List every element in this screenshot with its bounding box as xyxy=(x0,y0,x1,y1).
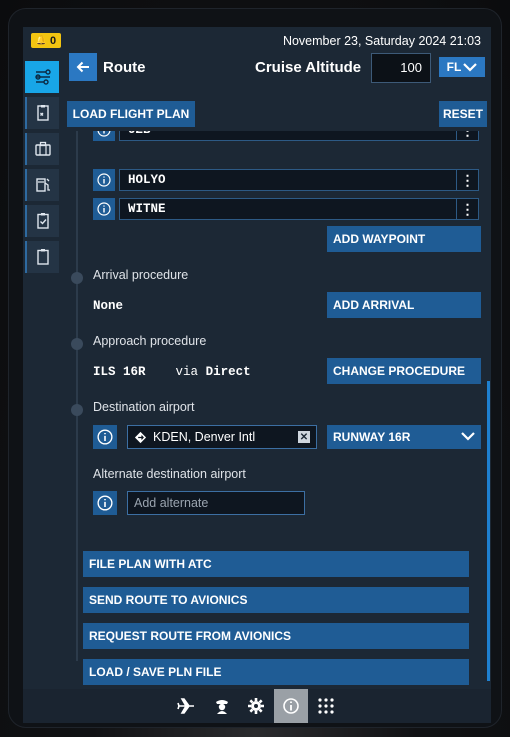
reset-button[interactable]: RESET xyxy=(439,101,487,127)
timeline-dot xyxy=(71,272,83,284)
footer-info-button[interactable] xyxy=(274,689,308,723)
approach-value: ILS 16R via Direct xyxy=(93,365,251,379)
sidebar-item-checklist[interactable] xyxy=(25,97,59,129)
chevron-down-icon xyxy=(461,432,475,441)
fuel-icon xyxy=(36,178,50,192)
checklist-icon xyxy=(37,105,49,121)
timeline-dot xyxy=(71,338,83,350)
more-vertical-icon: ⋮ xyxy=(460,171,475,188)
change-procedure-button[interactable]: CHANGE PROCEDURE xyxy=(327,358,481,384)
alternate-label: Alternate destination airport xyxy=(93,467,246,481)
efb-screen: 🔔 0 November 23, Saturday 2024 21:03 Rou… xyxy=(23,27,491,723)
pilot-icon xyxy=(216,700,228,714)
request-route-avionics-button[interactable]: REQUEST ROUTE FROM AVIONICS xyxy=(83,623,469,649)
footer-apps-button[interactable] xyxy=(309,689,343,723)
destination-label: Destination airport xyxy=(93,400,195,414)
cruise-altitude-input[interactable]: 100 xyxy=(371,53,431,83)
sidebar-item-checks[interactable] xyxy=(25,205,59,237)
add-waypoint-button[interactable]: ADD WAYPOINT xyxy=(327,226,481,252)
approach-via-value: Direct xyxy=(205,365,251,379)
arrow-left-icon xyxy=(76,61,89,73)
route-content[interactable]: UZB ⋮ HOLYO ⋮ WITNE ⋮ ADD WAYPOINT Arri xyxy=(67,131,491,691)
waypoint-row: HOLYO ⋮ xyxy=(93,169,481,193)
destination-info-button[interactable] xyxy=(93,425,117,449)
arrival-label: Arrival procedure xyxy=(93,268,189,282)
info-icon xyxy=(97,173,111,187)
sidebar xyxy=(25,61,59,277)
waypoint-info-button[interactable] xyxy=(93,169,115,191)
timeline-dot xyxy=(71,404,83,416)
cruise-altitude-label: Cruise Altitude xyxy=(255,59,362,76)
close-icon: ✕ xyxy=(299,431,309,443)
notification-count: 0 xyxy=(50,34,57,47)
tablet-frame: 🔔 0 November 23, Saturday 2024 21:03 Rou… xyxy=(8,8,502,728)
scrollbar[interactable] xyxy=(487,381,490,681)
footer-flight-button[interactable] xyxy=(169,689,203,723)
info-icon xyxy=(283,698,299,714)
briefcase-icon xyxy=(35,141,51,156)
waypoint-row: WITNE ⋮ xyxy=(93,198,481,222)
sidebar-item-notes[interactable] xyxy=(25,241,59,273)
destination-airport-field[interactable]: KDEN, Denver Intl ✕ xyxy=(127,425,317,449)
footer-toolbar xyxy=(23,689,491,723)
file-plan-atc-button[interactable]: FILE PLAN WITH ATC xyxy=(83,551,469,577)
airport-icon xyxy=(134,431,147,443)
approach-via: via xyxy=(175,365,199,379)
approach-procedure: ILS 16R xyxy=(93,365,146,379)
footer-settings-button[interactable] xyxy=(239,689,273,723)
add-arrival-button[interactable]: ADD ARRIVAL xyxy=(327,292,481,318)
notification-badge[interactable]: 🔔 0 xyxy=(31,33,61,48)
waypoint-menu-button[interactable]: ⋮ xyxy=(457,131,479,141)
clipboard-icon xyxy=(37,249,49,265)
info-icon xyxy=(97,202,111,216)
waypoint-menu-button[interactable]: ⋮ xyxy=(457,198,479,220)
page-title: Route xyxy=(103,59,146,76)
sidebar-item-fuel[interactable] xyxy=(25,169,59,201)
waypoint-field[interactable]: WITNE xyxy=(119,198,457,220)
chevron-down-icon xyxy=(463,63,478,72)
route-timeline xyxy=(76,131,78,661)
alternate-info-button[interactable] xyxy=(93,491,117,515)
waypoint-field[interactable]: HOLYO xyxy=(119,169,457,191)
altitude-unit-value: FL xyxy=(446,60,462,74)
more-vertical-icon: ⋮ xyxy=(460,200,475,217)
arrival-value: None xyxy=(93,299,124,313)
sidebar-item-payload[interactable] xyxy=(25,133,59,165)
status-bar: 🔔 0 November 23, Saturday 2024 21:03 xyxy=(23,27,491,53)
info-icon xyxy=(97,429,113,445)
clipboard-check-icon xyxy=(37,213,49,229)
back-button[interactable] xyxy=(69,53,97,81)
send-route-avionics-button[interactable]: SEND ROUTE TO AVIONICS xyxy=(83,587,469,613)
footer-pilot-button[interactable] xyxy=(205,689,239,723)
waypoint-field[interactable]: UZB xyxy=(119,131,457,141)
bell-icon: 🔔 xyxy=(35,35,48,45)
altitude-unit-select[interactable]: FL xyxy=(439,57,485,77)
settings-icon xyxy=(248,698,264,714)
alternate-airport-input[interactable]: Add alternate xyxy=(127,491,305,515)
apps-grid-icon xyxy=(318,698,334,714)
waypoint-info-button[interactable] xyxy=(93,198,115,220)
load-save-pln-button[interactable]: LOAD / SAVE PLN FILE xyxy=(83,659,469,685)
destination-airport-value: KDEN, Denver Intl xyxy=(153,430,256,444)
runway-select[interactable]: RUNWAY 16R xyxy=(327,425,481,449)
datetime: November 23, Saturday 2024 21:03 xyxy=(282,34,481,48)
runway-value: RUNWAY 16R xyxy=(333,430,411,444)
approach-label: Approach procedure xyxy=(93,334,207,348)
route-icon xyxy=(35,69,51,85)
more-vertical-icon: ⋮ xyxy=(461,131,475,139)
info-icon xyxy=(97,131,111,137)
waypoint-menu-button[interactable]: ⋮ xyxy=(457,169,479,191)
clear-destination-button[interactable]: ✕ xyxy=(298,431,310,443)
sidebar-item-route[interactable] xyxy=(25,61,59,93)
route-header: Route Cruise Altitude 100 FL xyxy=(67,53,487,87)
load-flight-plan-button[interactable]: LOAD FLIGHT PLAN xyxy=(67,101,195,127)
waypoint-info-button[interactable] xyxy=(93,131,115,141)
airplane-icon xyxy=(177,698,194,714)
info-icon xyxy=(97,495,113,511)
waypoint-row: UZB ⋮ xyxy=(93,131,481,143)
